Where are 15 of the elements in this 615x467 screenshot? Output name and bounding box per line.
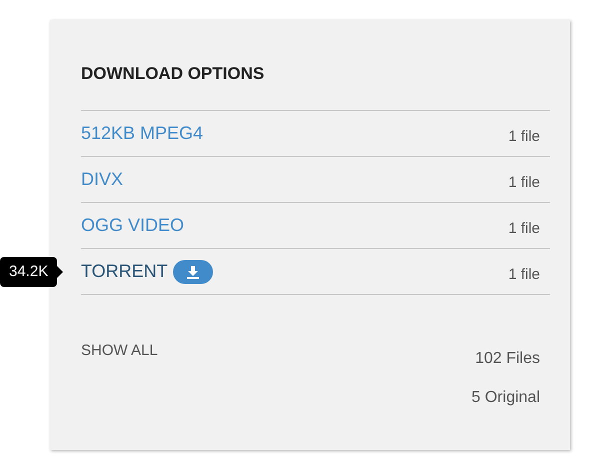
file-count: 1 file [508,219,540,237]
file-count: 1 file [508,173,540,191]
format-link[interactable]: TORRENT [81,260,213,284]
count-tooltip: 34.2K [0,257,58,287]
format-link[interactable]: OGG VIDEO [81,215,184,236]
file-total: 102 Files [475,350,540,368]
show-all-link[interactable]: SHOW ALL [81,340,158,407]
format-link[interactable]: 512KB MPEG4 [81,123,204,144]
format-link[interactable]: DIVX [81,169,124,190]
tooltip-pointer [57,266,64,278]
file-count: 1 file [508,127,540,145]
download-icon[interactable] [172,260,213,284]
file-count: 1 file [508,265,540,283]
file-total: 5 Original [472,389,540,407]
section-title: DOWNLOAD OPTIONS [81,64,266,84]
